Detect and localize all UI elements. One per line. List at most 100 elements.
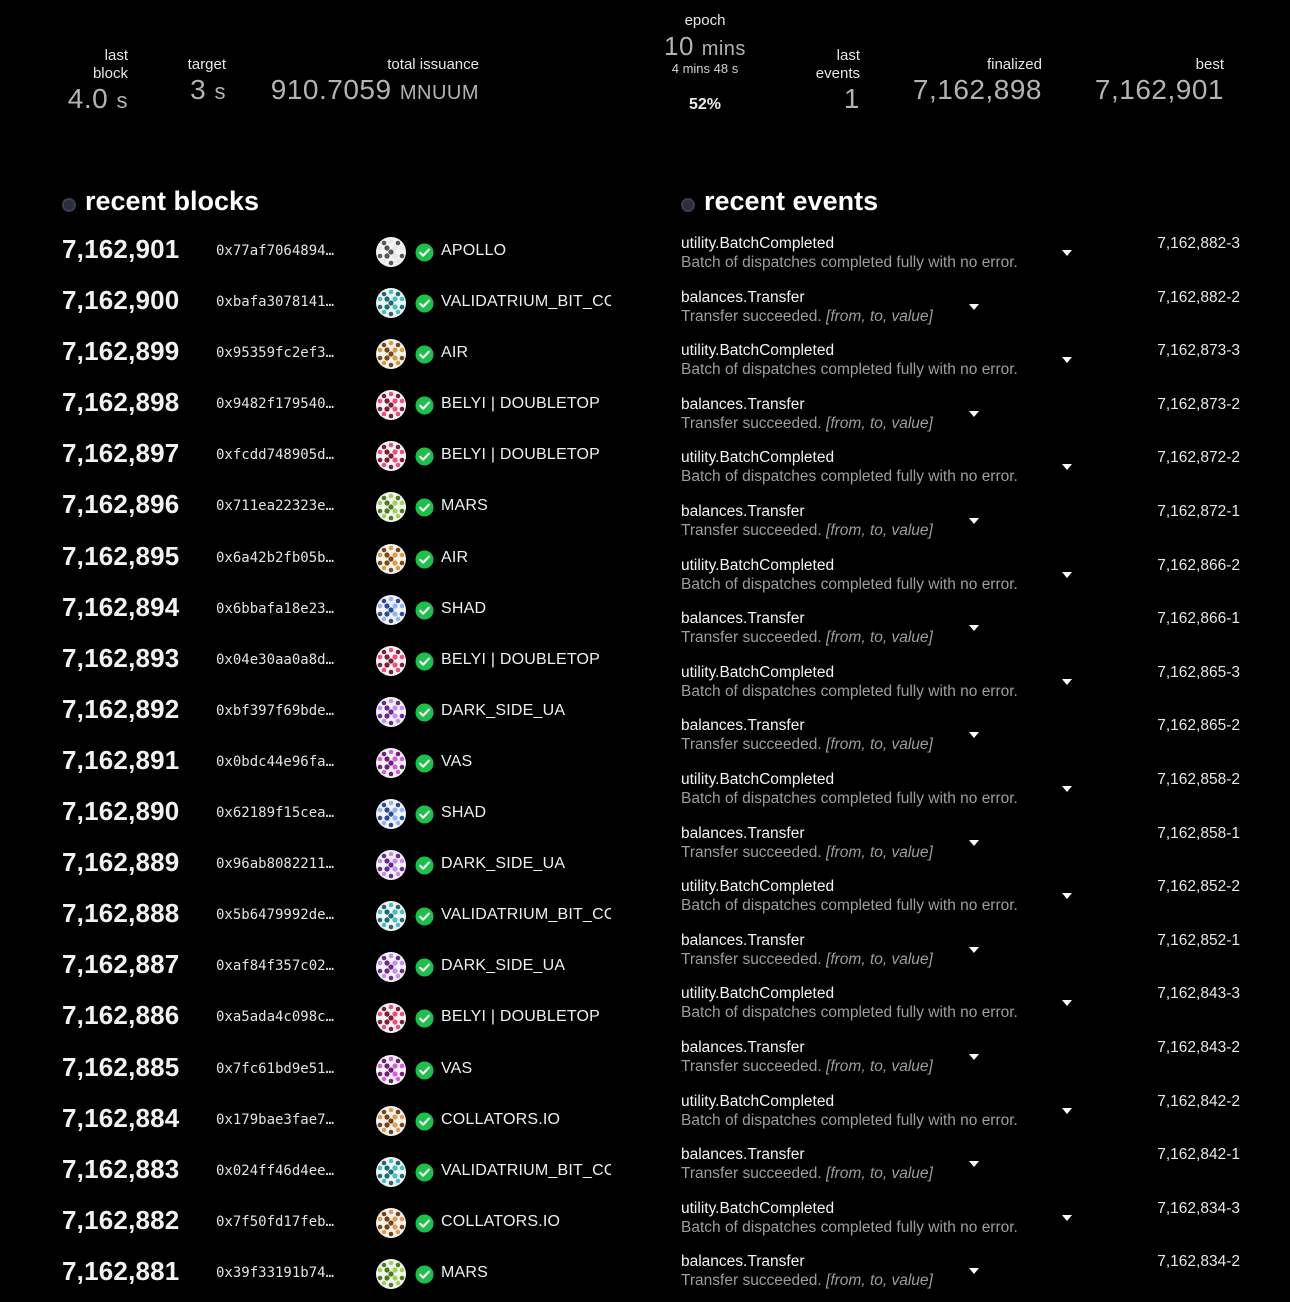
event-block-link[interactable]: 7,162,873-3 — [1157, 342, 1240, 360]
expand-caret-icon[interactable] — [969, 410, 979, 417]
event-row[interactable]: balances.Transfer Transfer succeeded. [fr… — [0, 714, 1290, 768]
event-description-text: Transfer succeeded. — [681, 629, 822, 647]
event-block-link[interactable]: 7,162,866-2 — [1157, 557, 1240, 575]
event-row[interactable]: balances.Transfer Transfer succeeded. [fr… — [0, 1143, 1290, 1197]
event-name: balances.Transfer — [681, 717, 805, 735]
event-name: balances.Transfer — [681, 395, 805, 413]
event-description: Batch of dispatches completed fully with… — [681, 468, 1018, 486]
event-description-text: Transfer succeeded. — [681, 1272, 822, 1290]
event-block-link[interactable]: 7,162,865-3 — [1157, 664, 1240, 682]
last-events-label-line1: last — [836, 47, 860, 64]
event-block-link[interactable]: 7,162,843-2 — [1157, 1039, 1240, 1057]
expand-caret-icon[interactable] — [1062, 1107, 1072, 1114]
last-block-value: 4.0 — [67, 83, 109, 114]
expand-caret-icon[interactable] — [1062, 678, 1072, 685]
event-row[interactable]: utility.BatchCompleted Batch of dispatche… — [0, 554, 1290, 608]
event-block-link[interactable]: 7,162,858-1 — [1157, 825, 1240, 843]
event-row[interactable]: balances.Transfer Transfer succeeded. [fr… — [0, 1036, 1290, 1090]
epoch-remaining: 4 mins 48 s — [671, 61, 739, 76]
event-row[interactable]: utility.BatchCompleted Batch of dispatche… — [0, 875, 1290, 929]
event-description: Batch of dispatches completed fully with… — [681, 897, 1018, 915]
event-block-link[interactable]: 7,162,858-2 — [1157, 771, 1240, 789]
expand-caret-icon[interactable] — [969, 1268, 979, 1275]
expand-caret-icon[interactable] — [1062, 1000, 1072, 1007]
event-description-text: Transfer succeeded. — [681, 950, 822, 968]
event-row[interactable]: balances.Transfer Transfer succeeded. [fr… — [0, 607, 1290, 661]
event-name: utility.BatchCompleted — [681, 663, 835, 681]
event-row[interactable]: utility.BatchCompleted Batch of dispatche… — [0, 982, 1290, 1036]
event-args: [from, to, value] — [826, 1272, 933, 1290]
event-block-link[interactable]: 7,162,834-3 — [1157, 1200, 1240, 1218]
finalized-value: 7,162,898 — [912, 74, 1042, 105]
expand-caret-icon[interactable] — [969, 839, 979, 846]
last-block-unit: s — [116, 88, 128, 113]
expand-caret-icon[interactable] — [1062, 1214, 1072, 1221]
expand-caret-icon[interactable] — [969, 625, 979, 632]
expand-caret-icon[interactable] — [969, 1053, 979, 1060]
event-description: Batch of dispatches completed fully with… — [681, 683, 1018, 701]
expand-caret-icon[interactable] — [1062, 785, 1072, 792]
expand-caret-icon[interactable] — [969, 732, 979, 739]
event-block-link[interactable]: 7,162,842-2 — [1157, 1093, 1240, 1111]
event-block-link[interactable]: 7,162,882-3 — [1157, 235, 1240, 253]
event-row[interactable]: balances.Transfer Transfer succeeded. [fr… — [0, 286, 1290, 340]
recent-events-header[interactable]: recent events — [681, 186, 878, 217]
event-block-link[interactable]: 7,162,872-2 — [1157, 449, 1240, 467]
event-row[interactable]: utility.BatchCompleted Batch of dispatche… — [0, 1090, 1290, 1144]
event-row[interactable]: utility.BatchCompleted Batch of dispatche… — [0, 232, 1290, 286]
event-name: utility.BatchCompleted — [681, 235, 835, 252]
event-name: utility.BatchCompleted — [681, 342, 835, 360]
event-description-text: Transfer succeeded. — [681, 1057, 822, 1075]
expand-caret-icon[interactable] — [1062, 250, 1072, 256]
event-description-text: Batch of dispatches completed fully with… — [681, 254, 1018, 271]
collapse-toggle-icon[interactable] — [62, 197, 76, 212]
event-row[interactable]: balances.Transfer Transfer succeeded. [fr… — [0, 500, 1290, 554]
event-description-text: Transfer succeeded. — [681, 521, 822, 539]
event-block-link[interactable]: 7,162,866-1 — [1157, 610, 1240, 628]
event-name: balances.Transfer — [681, 1038, 805, 1056]
event-block-link[interactable]: 7,162,852-1 — [1157, 932, 1240, 950]
event-row[interactable]: utility.BatchCompleted Batch of dispatche… — [0, 768, 1290, 822]
event-block-link[interactable]: 7,162,843-3 — [1157, 985, 1240, 1003]
recent-events-list: utility.BatchCompleted Batch of dispatche… — [0, 232, 1290, 1302]
event-name: balances.Transfer — [681, 1253, 805, 1271]
event-row[interactable]: utility.BatchCompleted Batch of dispatche… — [0, 446, 1290, 500]
recent-blocks-header[interactable]: recent blocks — [62, 186, 259, 217]
expand-caret-icon[interactable] — [969, 303, 979, 310]
event-block-link[interactable]: 7,162,872-1 — [1157, 503, 1240, 521]
event-args: [from, to, value] — [826, 1057, 933, 1075]
chain-summary: last block 4.0 s target 3 s total issuan… — [0, 0, 1290, 150]
event-block-link[interactable]: 7,162,834-2 — [1157, 1253, 1240, 1271]
target-stat: target 3 s — [188, 56, 226, 108]
event-row[interactable]: utility.BatchCompleted Batch of dispatche… — [0, 1197, 1290, 1251]
event-block-link[interactable]: 7,162,852-2 — [1157, 878, 1240, 896]
event-description: Transfer succeeded. [from, to, value] — [681, 1165, 933, 1183]
event-block-link[interactable]: 7,162,842-1 — [1157, 1146, 1240, 1164]
expand-caret-icon[interactable] — [969, 946, 979, 953]
expand-caret-icon[interactable] — [969, 517, 979, 524]
expand-caret-icon[interactable] — [1062, 893, 1072, 900]
expand-caret-icon[interactable] — [1062, 464, 1072, 471]
event-description-text: Batch of dispatches completed fully with… — [681, 575, 1018, 593]
target-label: target — [187, 56, 226, 73]
expand-caret-icon[interactable] — [969, 1161, 979, 1168]
event-row[interactable]: balances.Transfer Transfer succeeded. [fr… — [0, 929, 1290, 983]
event-block-link[interactable]: 7,162,865-2 — [1157, 717, 1240, 735]
event-block-link[interactable]: 7,162,882-2 — [1157, 289, 1240, 307]
expand-caret-icon[interactable] — [1062, 571, 1072, 578]
event-description-text: Batch of dispatches completed fully with… — [681, 1218, 1018, 1236]
event-row[interactable]: utility.BatchCompleted Batch of dispatche… — [0, 339, 1290, 393]
event-args: [from, to, value] — [826, 521, 933, 539]
event-block-link[interactable]: 7,162,873-2 — [1157, 396, 1240, 414]
event-row[interactable]: utility.BatchCompleted Batch of dispatche… — [0, 661, 1290, 715]
event-row[interactable]: balances.Transfer Transfer succeeded. [fr… — [0, 393, 1290, 447]
event-row[interactable]: balances.Transfer Transfer succeeded. [fr… — [0, 822, 1290, 876]
last-events-label-line2: events — [815, 65, 860, 82]
event-description-text: Batch of dispatches completed fully with… — [681, 1004, 1018, 1022]
last-block-label-line1: last — [104, 47, 128, 64]
collapse-toggle-icon[interactable] — [681, 197, 695, 212]
event-row[interactable]: balances.Transfer Transfer succeeded. [fr… — [0, 1250, 1290, 1302]
expand-caret-icon[interactable] — [1062, 357, 1072, 364]
event-name: utility.BatchCompleted — [681, 770, 835, 788]
event-description: Transfer succeeded. [from, to, value] — [681, 415, 933, 433]
